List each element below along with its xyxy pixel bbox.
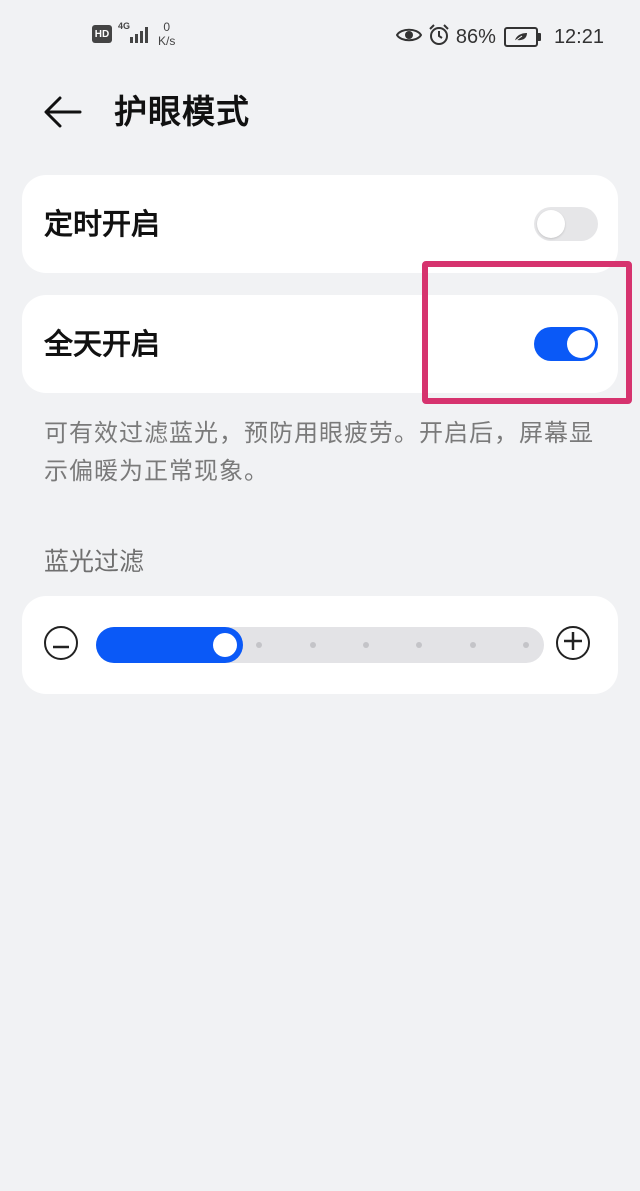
minus-icon bbox=[52, 634, 70, 653]
page-title: 护眼模式 bbox=[114, 92, 250, 131]
app-header: 护眼模式 bbox=[0, 76, 640, 152]
slider-tick bbox=[416, 642, 423, 648]
hd-badge: HD bbox=[92, 25, 112, 43]
plus-icon bbox=[563, 631, 583, 655]
network-speed-value: 0 bbox=[163, 20, 171, 34]
status-right: 86% 12:21 bbox=[395, 24, 604, 50]
schedule-toggle[interactable] bbox=[534, 207, 598, 241]
back-arrow-icon bbox=[43, 95, 83, 133]
network-speed-unit: K/s bbox=[158, 34, 176, 48]
slider-tick bbox=[362, 642, 369, 648]
slider-tick bbox=[309, 642, 316, 648]
network-speed: 0 K/s bbox=[158, 20, 175, 48]
toggle-knob bbox=[567, 330, 595, 358]
all-day-toggle[interactable] bbox=[534, 327, 598, 361]
all-day-card: 全天开启 bbox=[22, 295, 618, 393]
status-bar: HD 4G 0 K/s 86% 12:21 bbox=[0, 0, 640, 76]
eye-comfort-icon bbox=[395, 26, 423, 48]
increase-button[interactable] bbox=[556, 626, 590, 660]
blue-light-filter-label: 蓝光过滤 bbox=[44, 547, 145, 576]
slider-tick bbox=[523, 642, 529, 648]
description-text: 可有效过滤蓝光，预防用眼疲劳。开启后，屏幕显示偏暖为正常现象。 bbox=[44, 419, 594, 485]
status-left: HD 4G 0 K/s bbox=[92, 20, 175, 48]
signal-bars bbox=[130, 27, 148, 43]
all-day-label: 全天开启 bbox=[44, 327, 161, 361]
network-type: 4G bbox=[118, 21, 131, 31]
battery-icon bbox=[503, 27, 541, 47]
slider-tick bbox=[469, 642, 476, 648]
clock: 12:21 bbox=[553, 25, 604, 48]
schedule-label: 定时开启 bbox=[44, 207, 161, 241]
slider-tick bbox=[256, 642, 263, 648]
decrease-button[interactable] bbox=[44, 626, 78, 660]
schedule-card: 定时开启 bbox=[22, 175, 618, 273]
signal-icon: 4G bbox=[118, 21, 152, 45]
back-button[interactable] bbox=[38, 90, 88, 138]
battery-percent: 86% bbox=[455, 25, 496, 48]
blue-light-slider[interactable] bbox=[96, 627, 544, 663]
alarm-icon bbox=[428, 24, 450, 50]
toggle-knob bbox=[537, 210, 565, 238]
blue-light-filter-card bbox=[22, 596, 618, 694]
